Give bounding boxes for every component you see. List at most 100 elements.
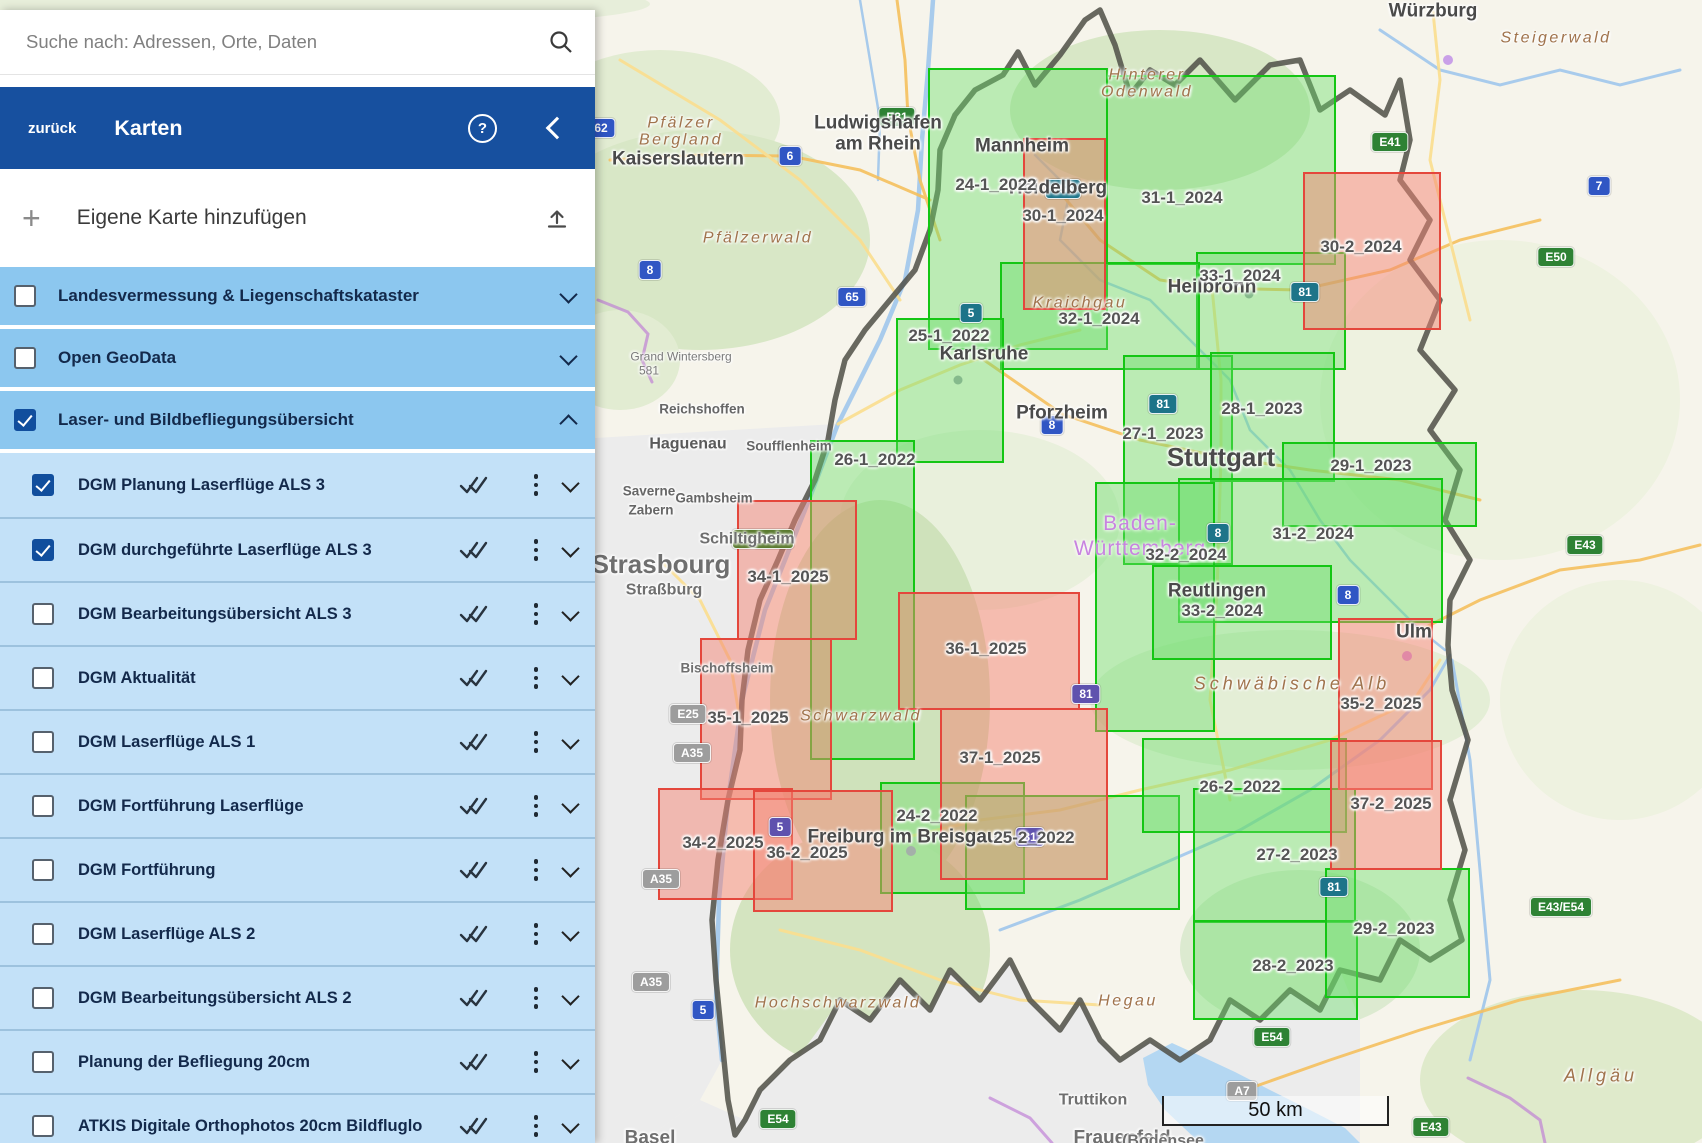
chevron-icon[interactable] [561, 795, 579, 813]
layer-checkbox[interactable] [32, 474, 54, 496]
layer-row-11[interactable]: ATKIS Digitale Orthophotos 20cm Bildflug… [0, 1093, 595, 1143]
panel-title: Karten [114, 116, 182, 141]
double-check-icon[interactable] [458, 474, 488, 496]
layer-row-1[interactable]: DGM Planung Laserflüge ALS 3 [0, 453, 595, 517]
flight-block-label: 30-2_2024 [1320, 237, 1401, 257]
chevron-icon[interactable] [561, 539, 579, 557]
kebab-menu-icon[interactable] [534, 859, 539, 881]
chevron-icon[interactable] [561, 603, 579, 621]
chevron-icon[interactable] [561, 987, 579, 1005]
layer-row-8[interactable]: DGM Laserflüge ALS 2 [0, 901, 595, 965]
flight-block-label: 36-1_2025 [945, 639, 1026, 659]
kebab-menu-icon[interactable] [534, 1051, 539, 1073]
search-icon[interactable] [547, 28, 575, 56]
category-checkbox[interactable] [14, 285, 36, 307]
flight-block-label: 27-1_2023 [1122, 424, 1203, 444]
layer-checkbox[interactable] [32, 1051, 54, 1073]
category-label: Open GeoData [58, 348, 562, 368]
collapse-panel-icon[interactable] [546, 117, 569, 140]
layer-label: DGM Bearbeitungsübersicht ALS 3 [78, 605, 448, 624]
chevron-icon[interactable] [561, 731, 579, 749]
double-check-icon[interactable] [458, 795, 488, 817]
flight-block-label: 31-1_2024 [1141, 188, 1222, 208]
category-row-3[interactable]: Laser- und Bildbefliegungsübersicht [0, 391, 595, 449]
flight-block-label: 32-2_2024 [1145, 545, 1226, 565]
category-row-2[interactable]: Open GeoData [0, 329, 595, 387]
flight-block-label: 25-2_2022 [993, 828, 1074, 848]
help-icon[interactable]: ? [468, 114, 497, 143]
add-map-row[interactable]: + Eigene Karte hinzufügen [0, 169, 595, 267]
category-row-1[interactable]: Landesvermessung & Liegenschaftskataster [0, 267, 595, 325]
chevron-icon[interactable] [561, 1115, 579, 1133]
chevron-icon[interactable] [559, 285, 577, 303]
layer-row-7[interactable]: DGM Fortführung [0, 837, 595, 901]
kebab-menu-icon[interactable] [534, 474, 539, 496]
kebab-menu-icon[interactable] [534, 795, 539, 817]
kebab-menu-icon[interactable] [534, 987, 539, 1009]
flight-block-label: 28-2_2023 [1252, 956, 1333, 976]
layer-label: DGM durchgeführte Laserflüge ALS 3 [78, 541, 448, 560]
layer-checkbox[interactable] [32, 923, 54, 945]
layer-checkbox[interactable] [32, 1115, 54, 1137]
double-check-icon[interactable] [458, 731, 488, 753]
double-check-icon[interactable] [458, 539, 488, 561]
layer-row-10[interactable]: Planung der Befliegung 20cm [0, 1029, 595, 1093]
double-check-icon[interactable] [458, 1051, 488, 1073]
flight-block-label: 25-1_2022 [908, 326, 989, 346]
layer-checkbox[interactable] [32, 859, 54, 881]
double-check-icon[interactable] [458, 667, 488, 689]
chevron-icon[interactable] [559, 347, 577, 365]
sidebar-panel: zurück Karten ? + Eigene Karte hinzufüge… [0, 10, 595, 1143]
flight-block-label: 31-2_2024 [1272, 524, 1353, 544]
double-check-icon[interactable] [458, 1115, 488, 1137]
layer-row-4[interactable]: DGM Aktualität [0, 645, 595, 709]
flight-block-label: 24-2_2022 [896, 806, 977, 826]
chevron-icon[interactable] [561, 474, 579, 492]
flight-block-label: 28-1_2023 [1221, 399, 1302, 419]
layer-row-6[interactable]: DGM Fortführung Laserflüge [0, 773, 595, 837]
layer-row-5[interactable]: DGM Laserflüge ALS 1 [0, 709, 595, 773]
add-map-label: Eigene Karte hinzufügen [77, 206, 545, 230]
kebab-menu-icon[interactable] [534, 539, 539, 561]
kebab-menu-icon[interactable] [534, 1115, 539, 1137]
layer-checkbox[interactable] [32, 795, 54, 817]
category-checkbox[interactable] [14, 409, 36, 431]
chevron-icon[interactable] [561, 667, 579, 685]
layer-label: DGM Fortführung Laserflüge [78, 797, 448, 816]
layer-checkbox[interactable] [32, 987, 54, 1009]
layer-row-9[interactable]: DGM Bearbeitungsübersicht ALS 2 [0, 965, 595, 1029]
flight-block-label: 29-1_2023 [1330, 456, 1411, 476]
layer-checkbox[interactable] [32, 603, 54, 625]
kebab-menu-icon[interactable] [534, 667, 539, 689]
back-button[interactable]: zurück [28, 120, 76, 137]
layer-checkbox[interactable] [32, 731, 54, 753]
layer-row-2[interactable]: DGM durchgeführte Laserflüge ALS 3 [0, 517, 595, 581]
flight-block-label: 34-2_2025 [682, 833, 763, 853]
flight-block-label: 24-1_2022 [955, 175, 1036, 195]
upload-icon[interactable] [545, 206, 569, 230]
help-glyph: ? [478, 120, 487, 137]
plus-icon[interactable]: + [22, 202, 41, 234]
double-check-icon[interactable] [458, 923, 488, 945]
chevron-icon[interactable] [561, 1051, 579, 1069]
layer-checkbox[interactable] [32, 539, 54, 561]
flight-block-label: 37-2_2025 [1350, 794, 1431, 814]
flight-block-label: 35-2_2025 [1340, 694, 1421, 714]
double-check-icon[interactable] [458, 603, 488, 625]
chevron-icon[interactable] [559, 414, 577, 432]
flight-block-label: 32-1_2024 [1058, 309, 1139, 329]
layer-label: DGM Aktualität [78, 669, 448, 688]
kebab-menu-icon[interactable] [534, 603, 539, 625]
layer-label: DGM Laserflüge ALS 2 [78, 925, 448, 944]
layer-row-3[interactable]: DGM Bearbeitungsübersicht ALS 3 [0, 581, 595, 645]
double-check-icon[interactable] [458, 987, 488, 1009]
layer-checkbox[interactable] [32, 667, 54, 689]
chevron-icon[interactable] [561, 859, 579, 877]
layer-label: DGM Planung Laserflüge ALS 3 [78, 476, 448, 495]
search-input[interactable] [24, 30, 547, 54]
double-check-icon[interactable] [458, 859, 488, 881]
category-checkbox[interactable] [14, 347, 36, 369]
kebab-menu-icon[interactable] [534, 923, 539, 945]
chevron-icon[interactable] [561, 923, 579, 941]
kebab-menu-icon[interactable] [534, 731, 539, 753]
